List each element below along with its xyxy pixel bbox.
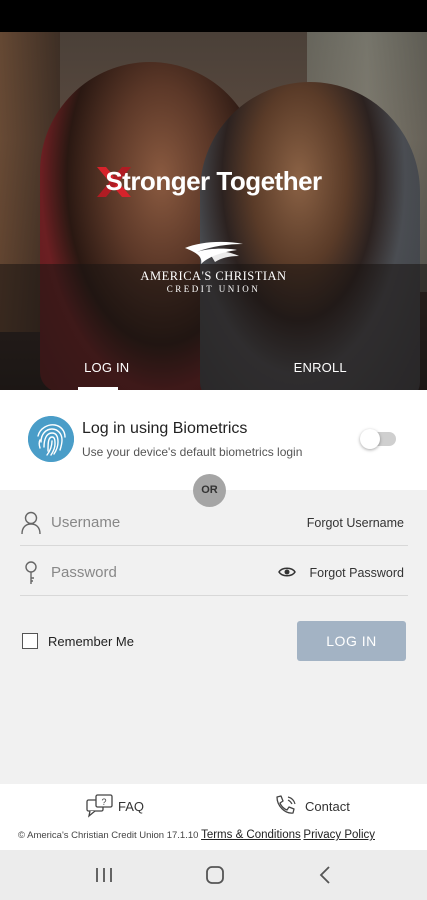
remember-me-label: Remember Me [48, 634, 134, 649]
tab-enroll[interactable]: ENROLL [214, 342, 427, 390]
password-input[interactable]: Password [51, 564, 117, 581]
biometrics-subtitle: Use your device's default biometrics log… [82, 445, 303, 459]
recent-apps-icon[interactable] [92, 864, 116, 886]
tagline-text: Stronger Together [105, 166, 322, 196]
hero-tagline: Stronger Together [0, 166, 427, 197]
fingerprint-icon[interactable] [28, 416, 74, 462]
contact-label: Contact [305, 798, 350, 814]
faq-label: FAQ [118, 798, 145, 814]
password-field[interactable]: Password Forgot Password [20, 550, 408, 596]
contact-link[interactable]: Contact [273, 794, 350, 818]
footer-legal: © America's Christian Credit Union 17.1.… [18, 829, 375, 841]
logo-line2: CREDIT UNION [166, 284, 261, 294]
remember-me-checkbox[interactable] [22, 633, 38, 649]
hero-banner [0, 32, 427, 390]
username-input[interactable]: Username [51, 514, 120, 531]
copyright-text: © America's Christian Credit Union 17.1.… [18, 830, 199, 841]
log-in-button[interactable]: LOG IN [297, 621, 406, 661]
tab-log-in[interactable]: LOG IN [0, 342, 214, 390]
toggle-knob [360, 429, 380, 449]
back-icon[interactable] [314, 864, 338, 886]
logo-line1: AMERICA'S CHRISTIAN [140, 269, 287, 283]
status-bar [0, 0, 427, 32]
eye-icon[interactable] [278, 565, 296, 579]
username-field[interactable]: Username Forgot Username [20, 500, 408, 546]
logo-swoosh-icon [184, 241, 243, 264]
biometrics-toggle[interactable] [360, 429, 396, 449]
privacy-link[interactable]: Privacy Policy [303, 829, 375, 841]
forgot-username-link[interactable]: Forgot Username [307, 516, 404, 530]
forgot-password-link[interactable]: Forgot Password [310, 566, 404, 580]
phone-icon [276, 795, 296, 814]
android-nav-bar [0, 850, 427, 900]
user-icon [21, 511, 41, 535]
faq-link[interactable]: ? FAQ [86, 794, 144, 818]
svg-text:?: ? [101, 797, 106, 807]
faq-icon: ? [86, 794, 113, 818]
credit-union-logo: AMERICA'S CHRISTIAN CREDIT UNION [0, 240, 427, 294]
biometrics-title: Log in using Biometrics [82, 420, 248, 437]
auth-tabs: LOG IN ENROLL [0, 342, 427, 390]
home-icon[interactable] [203, 864, 227, 886]
footer: ? FAQ Contact © America's Christian Cred… [0, 784, 427, 850]
key-icon [25, 561, 37, 584]
terms-link[interactable]: Terms & Conditions [201, 829, 301, 841]
